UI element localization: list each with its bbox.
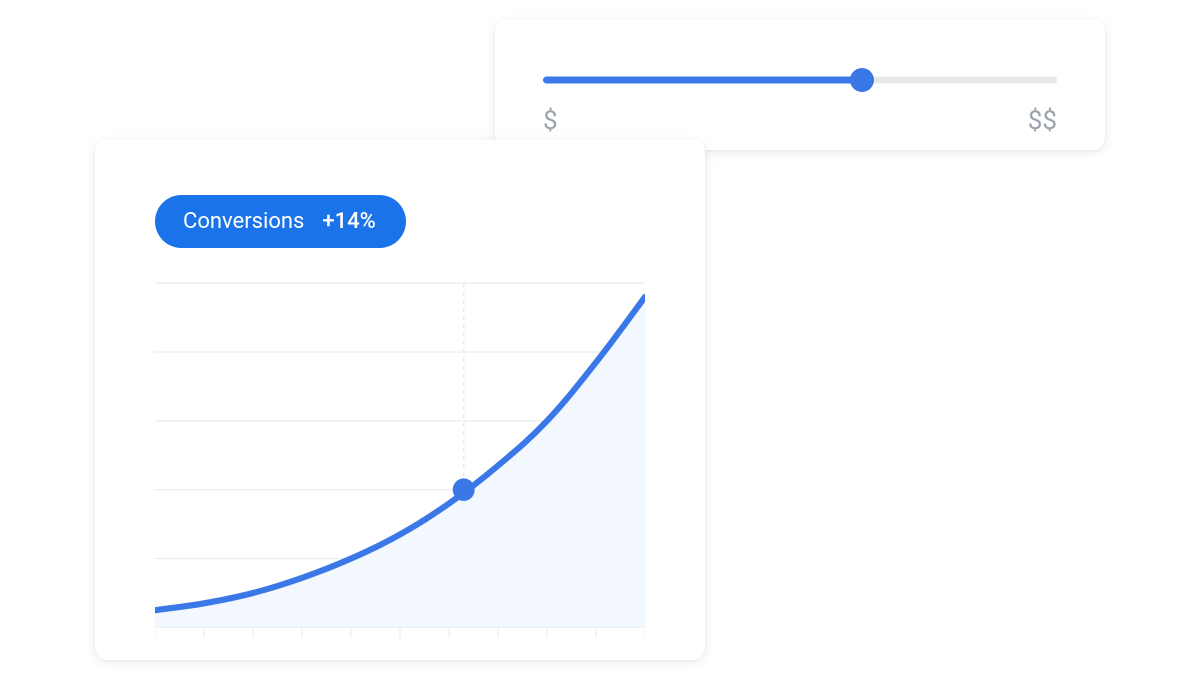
budget-slider[interactable] [543,68,1057,92]
slider-max-label: $$ [1028,106,1057,136]
budget-slider-card: $ $$ [495,20,1105,150]
conversions-chart-card: Conversions +14% [95,140,705,660]
badge-delta: +14% [322,209,375,234]
chart-area [155,278,645,648]
conversions-badge: Conversions +14% [155,195,406,248]
line-chart [155,278,645,648]
slider-labels: $ $$ [543,106,1057,136]
slider-min-label: $ [543,106,558,136]
slider-thumb[interactable] [850,68,874,92]
badge-label: Conversions [183,209,304,234]
slider-fill [543,77,862,84]
